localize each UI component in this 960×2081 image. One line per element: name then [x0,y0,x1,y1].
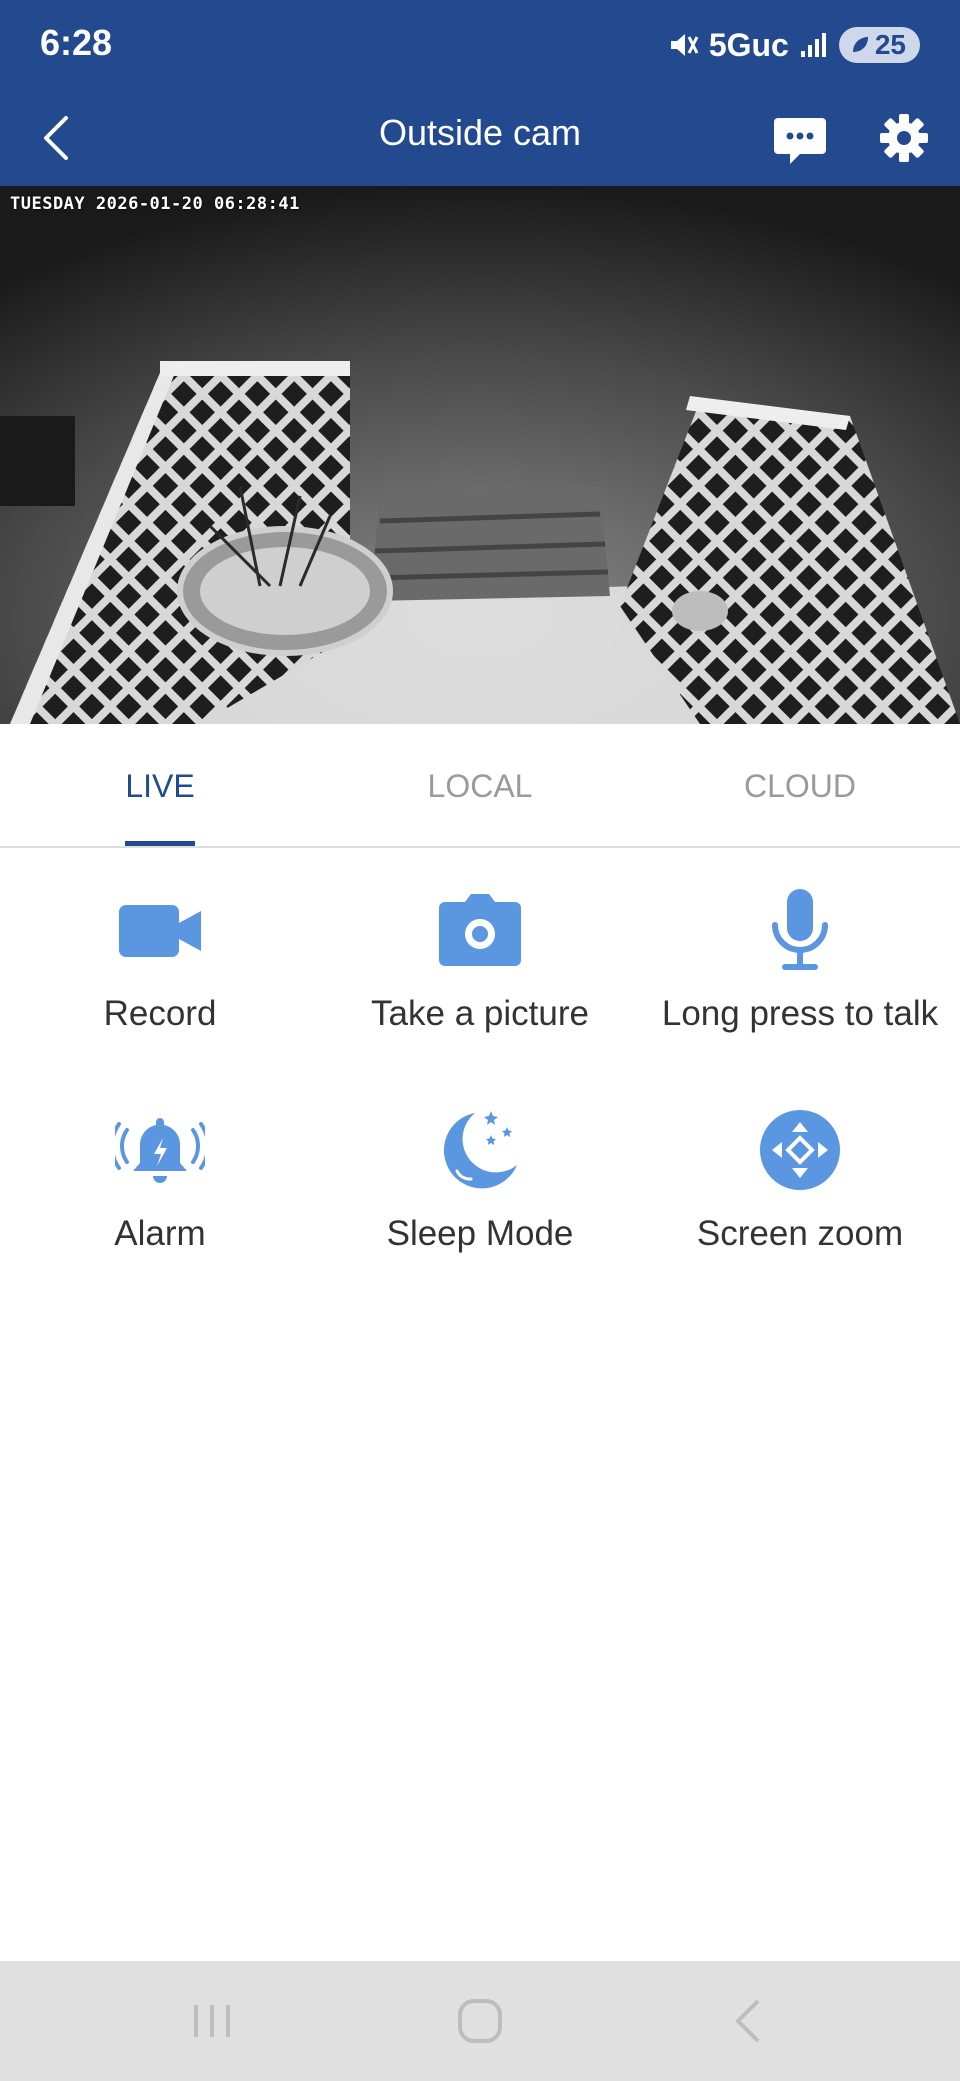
messages-button[interactable] [772,108,828,168]
recent-apps-button[interactable] [182,1991,242,2051]
home-button[interactable] [450,1991,510,2051]
alarm-bell-icon [110,1100,210,1200]
record-button[interactable]: Record [0,880,320,1034]
tab-cloud[interactable]: CLOUD [640,724,960,846]
status-icons: 5Guc 25 [667,22,920,68]
zoom-arrows-icon [750,1100,850,1200]
battery-indicator: 25 [838,27,920,63]
chat-bubble-icon [774,118,826,164]
record-label: Record [103,994,217,1033]
video-timestamp: TUESDAY 2026-01-20 06:28:41 [10,194,300,214]
tab-live-label: LIVE [125,768,195,804]
app-bar: Outside cam [0,90,960,186]
home-icon [458,1999,502,2043]
camera-feed-image [0,186,960,724]
talk-button[interactable]: Long press to talk [640,880,960,1034]
gear-icon [880,114,928,162]
take-picture-button[interactable]: Take a picture [320,880,640,1034]
active-tab-indicator [125,841,195,846]
screen-zoom-label: Screen zoom [696,1214,904,1253]
mute-icon [670,34,699,56]
tab-bar: LIVE LOCAL CLOUD [0,724,960,848]
tab-local-label: LOCAL [427,768,533,804]
battery-saver-icon [852,37,868,52]
status-bar: 6:28 5Guc 25 [0,0,960,90]
recent-apps-icon [194,2005,230,2037]
back-arrow-icon [735,1999,760,2043]
video-camera-icon [110,880,210,980]
screen-zoom-button[interactable]: Screen zoom [640,1100,960,1254]
sleep-mode-label: Sleep Mode [386,1214,574,1253]
alarm-label: Alarm [114,1214,206,1253]
sleep-mode-button[interactable]: Sleep Mode [320,1100,640,1254]
camera-icon [430,880,530,980]
talk-label: Long press to talk [661,994,939,1033]
status-time: 6:28 [40,22,113,63]
tab-cloud-label: CLOUD [743,768,856,804]
signal-icon [800,33,826,57]
live-video-view[interactable]: TUESDAY 2026-01-20 06:28:41 [0,186,960,724]
battery-level: 25 [874,29,906,60]
tab-live[interactable]: LIVE [0,724,320,846]
alarm-button[interactable]: Alarm [0,1100,320,1254]
system-back-button[interactable] [720,1991,780,2051]
settings-button[interactable] [876,110,932,166]
microphone-icon [750,880,850,980]
system-nav-bar [0,1961,960,2081]
tab-local[interactable]: LOCAL [320,724,640,846]
take-picture-label: Take a picture [371,994,589,1033]
network-label: 5Guc [708,26,789,63]
moon-stars-icon [430,1100,530,1200]
